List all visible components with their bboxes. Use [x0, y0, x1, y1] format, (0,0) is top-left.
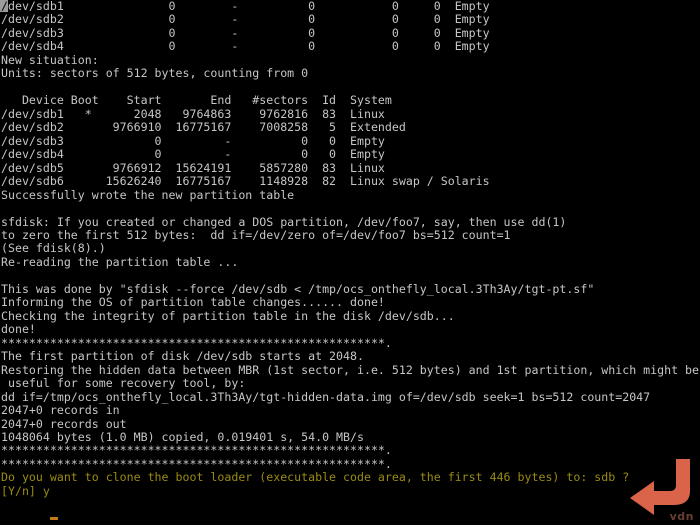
- table-row: /dev/sdb5 9766912 15624191 5857280 83 Li…: [1, 160, 385, 175]
- status-line: Successfully wrote the new partition tab…: [1, 187, 295, 202]
- terminal-output: /dev/sdb1 0 - 0 0 0 Empty /dev/sdb2 0 - …: [1, 0, 700, 498]
- table-row: /dev/sdb3 0 - 0 0 Empty: [1, 133, 385, 148]
- table-row: /dev/sdb4 0 - 0 0 Empty: [1, 147, 385, 162]
- table-row: /dev/sdb1 * 2048 9764863 9762816 83 Linu…: [1, 106, 385, 121]
- terminal-window[interactable]: /dev/sdb1 0 - 0 0 0 Empty /dev/sdb2 0 - …: [0, 0, 700, 525]
- output-line: Restoring the hidden data between MBR (1…: [1, 362, 700, 377]
- output-line: Re-reading the partition table ...: [1, 254, 239, 269]
- separator-line: ****************************************…: [1, 335, 392, 350]
- watermark-label: vdn: [669, 509, 694, 523]
- output-line: (See fdisk(8).): [1, 241, 106, 256]
- units-line: Units: sectors of 512 bytes, counting fr…: [1, 66, 309, 81]
- output-line: /dev/sdb3 0 - 0 0 0 Empty: [1, 25, 490, 40]
- separator-line: ****************************************…: [1, 443, 392, 458]
- text-cursor: [50, 517, 58, 520]
- separator-line: ****************************************…: [1, 456, 392, 471]
- output-line: /dev/sdb2 0 - 0 0 0 Empty: [1, 12, 490, 27]
- output-line: 2047+0 records out: [1, 416, 127, 431]
- output-line: This was done by "sfdisk --force /dev/sd…: [1, 281, 595, 296]
- output-line: /dev/sdb4 0 - 0 0 0 Empty: [1, 39, 490, 54]
- output-line: useful for some recovery tool, by:: [1, 376, 246, 391]
- output-line: done!: [1, 322, 36, 337]
- output-line: /dev/sdb1 0 - 0 0 0 Empty: [1, 0, 490, 13]
- output-line: Informing the OS of partition table chan…: [1, 295, 385, 310]
- new-situation-heading: New situation:: [1, 52, 99, 67]
- output-line: sfdisk: If you created or changed a DOS …: [1, 214, 567, 229]
- output-line: 2047+0 records in: [1, 403, 120, 418]
- partition-table-header: Device Boot Start End #sectors Id System: [1, 93, 392, 108]
- clone-bootloader-prompt: Do you want to clone the boot loader (ex…: [1, 470, 630, 485]
- yes-no-input[interactable]: [Y/n] y: [1, 484, 700, 498]
- table-row: /dev/sdb2 9766910 16775167 7008258 5 Ext…: [1, 120, 406, 135]
- output-line: 1048064 bytes (1.0 MB) copied, 0.019401 …: [1, 430, 364, 444]
- output-line: The first partition of disk /dev/sdb sta…: [1, 349, 364, 364]
- output-line: to zero the first 512 bytes: dd if=/dev/…: [1, 227, 511, 242]
- table-row: /dev/sdb6 15626240 16775167 1148928 82 L…: [1, 174, 490, 189]
- output-line: Checking the integrity of partition tabl…: [1, 308, 455, 323]
- output-line: dd if=/tmp/ocs_onthefly_local.3Th3Ay/tgt…: [1, 389, 651, 404]
